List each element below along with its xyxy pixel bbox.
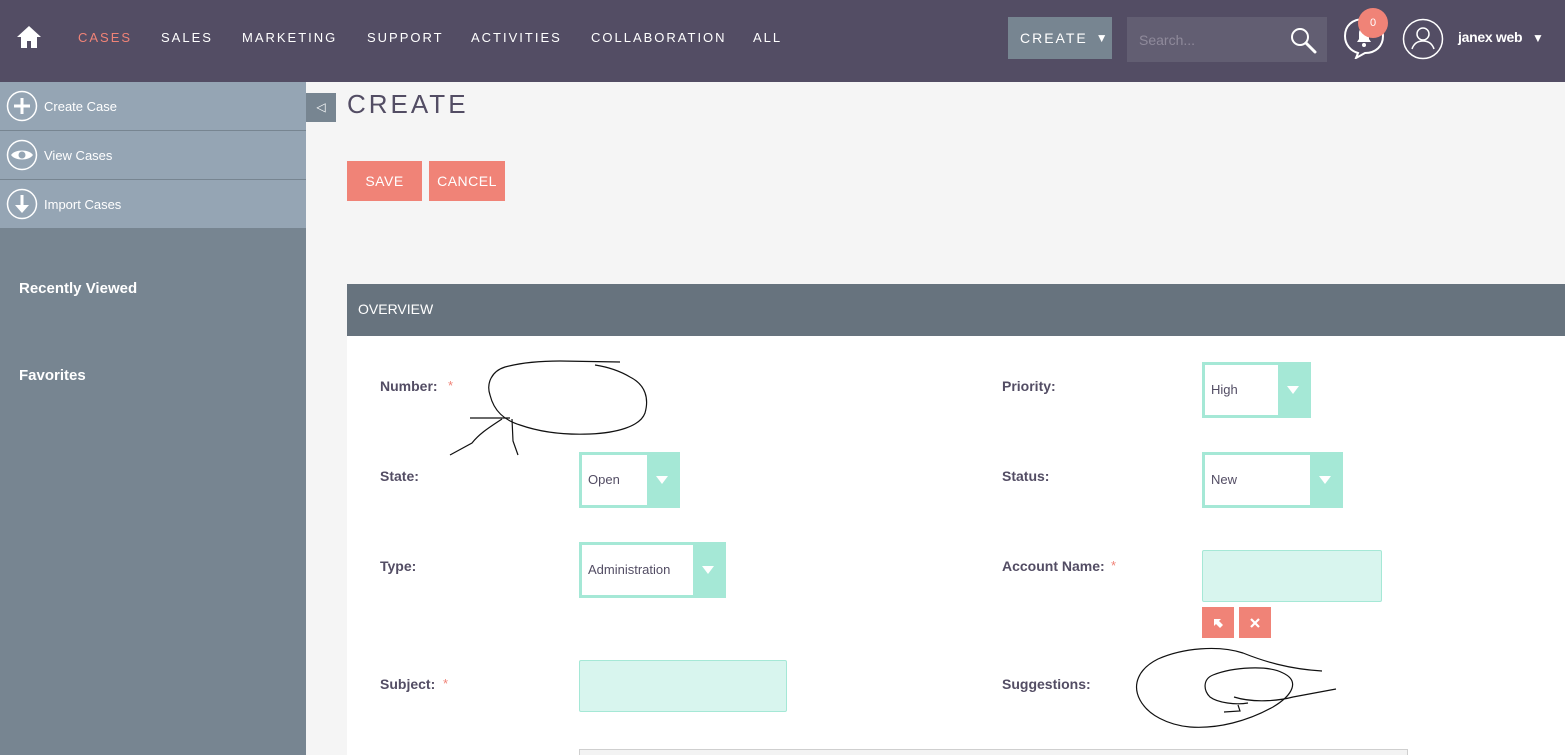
- caret-down-icon: ▼: [1095, 31, 1110, 45]
- status-select[interactable]: New: [1202, 452, 1343, 508]
- nav-cases[interactable]: CASES: [78, 30, 132, 45]
- username[interactable]: janex web: [1458, 29, 1523, 45]
- eye-icon: [6, 139, 38, 171]
- nav-all[interactable]: ALL: [753, 30, 782, 45]
- nav-sales[interactable]: SALES: [161, 30, 213, 45]
- sidebar-item-label: Create Case: [44, 98, 117, 114]
- sidebar: Create Case View Cases Import Cases Rece…: [0, 82, 306, 755]
- close-icon: [1250, 617, 1260, 628]
- download-arrow-icon: [6, 188, 38, 220]
- sidebar-item-label: Import Cases: [44, 196, 122, 212]
- type-select[interactable]: Administration: [579, 542, 726, 598]
- sidebar-item-import-cases[interactable]: Import Cases: [0, 180, 306, 229]
- plus-circle-icon: [6, 90, 38, 122]
- priority-select[interactable]: High: [1202, 362, 1311, 418]
- search-icon[interactable]: [1289, 26, 1317, 54]
- page-title: CREATE: [347, 89, 469, 119]
- type-label: Type:: [380, 558, 417, 574]
- status-label: Status:: [1002, 468, 1050, 484]
- cancel-button[interactable]: CANCEL: [429, 161, 505, 201]
- account-name-input[interactable]: [1202, 550, 1382, 602]
- description-field[interactable]: [579, 749, 1408, 755]
- select-arrow-icon: [1214, 618, 1223, 628]
- required-marker: *: [448, 378, 454, 393]
- top-navigation-bar: CASES SALES MARKETING SUPPORT ACTIVITIES…: [0, 0, 1565, 82]
- nav-collaboration[interactable]: COLLABORATION: [591, 30, 727, 45]
- notification-count-badge: 0: [1358, 8, 1388, 38]
- create-label: CREATE: [1020, 30, 1088, 46]
- subject-label: Subject:: [380, 676, 436, 692]
- state-select[interactable]: Open: [579, 452, 680, 508]
- select-account-button[interactable]: [1202, 607, 1234, 638]
- priority-value: High: [1211, 382, 1238, 397]
- chevron-down-icon: [1278, 365, 1308, 415]
- overview-panel-body: [347, 336, 1565, 755]
- chevron-down-icon: [1310, 455, 1340, 505]
- type-value: Administration: [588, 562, 671, 577]
- required-marker: *: [1111, 558, 1117, 573]
- state-value: Open: [588, 472, 620, 487]
- required-marker: *: [443, 676, 449, 691]
- sidebar-item-label: View Cases: [44, 147, 113, 163]
- save-button[interactable]: SAVE: [347, 161, 422, 201]
- nav-marketing[interactable]: MARKETING: [242, 30, 337, 45]
- status-value: New: [1211, 472, 1238, 487]
- sidebar-item-view-cases[interactable]: View Cases: [0, 131, 306, 180]
- recently-viewed-heading: Recently Viewed: [19, 280, 138, 297]
- priority-label: Priority:: [1002, 378, 1056, 394]
- suggestions-label: Suggestions:: [1002, 676, 1091, 692]
- overview-panel-header[interactable]: OVERVIEW: [347, 284, 1565, 336]
- sidebar-collapse-button[interactable]: ◁: [306, 93, 336, 122]
- user-avatar-icon[interactable]: [1402, 18, 1444, 60]
- favorites-heading: Favorites: [19, 367, 86, 384]
- create-dropdown-button[interactable]: CREATE ▼: [1008, 17, 1112, 59]
- clear-account-button[interactable]: [1239, 607, 1271, 638]
- state-label: State:: [380, 468, 419, 484]
- user-menu-caret-icon[interactable]: ▼: [1532, 31, 1544, 45]
- nav-support[interactable]: SUPPORT: [367, 30, 444, 45]
- nav-activities[interactable]: ACTIVITIES: [471, 30, 562, 45]
- home-icon[interactable]: [14, 22, 44, 52]
- subject-input[interactable]: [579, 660, 787, 712]
- sidebar-actions: Create Case View Cases Import Cases: [0, 82, 306, 229]
- search-input[interactable]: [1127, 17, 1287, 62]
- chevron-down-icon: [693, 545, 723, 595]
- number-label: Number:: [380, 378, 438, 394]
- sidebar-item-create-case[interactable]: Create Case: [0, 82, 306, 131]
- chevron-down-icon: [647, 455, 677, 505]
- account-name-label: Account Name:: [1002, 558, 1105, 574]
